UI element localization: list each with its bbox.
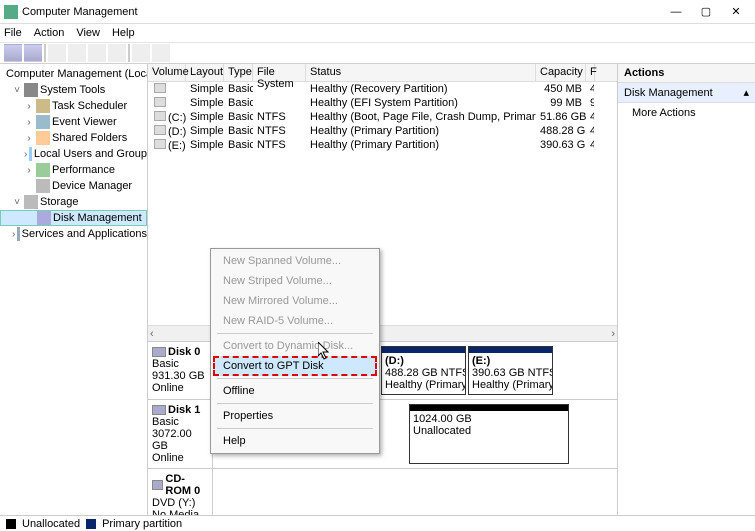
col-type[interactable]: Type [224, 64, 253, 81]
legend-unallocated-swatch [6, 519, 16, 529]
perf-icon [36, 163, 50, 177]
menu-item[interactable]: Convert to GPT Disk [213, 356, 377, 376]
menu-item: Convert to Dynamic Disk... [213, 336, 377, 356]
tree-disk-management[interactable]: Disk Management [0, 210, 147, 226]
folder-icon [36, 131, 50, 145]
disk-info[interactable]: Disk 1 Basic3072.00 GBOnline [148, 400, 213, 468]
actions-header: Actions [618, 64, 755, 83]
col-volume[interactable]: Volume [148, 64, 186, 81]
partition[interactable]: (E:)390.63 GB NTFSHealthy (Primary Pa [468, 346, 553, 395]
hdd-icon [152, 347, 166, 357]
menubar: File Action View Help [0, 24, 755, 42]
actions-section[interactable]: Disk Management▴ [618, 83, 755, 103]
refresh-button[interactable] [108, 44, 126, 62]
col-filesystem[interactable]: File System [253, 64, 306, 81]
context-menu[interactable]: New Spanned Volume...New Striped Volume.… [210, 248, 380, 454]
menu-item[interactable]: Offline [213, 381, 377, 401]
storage-icon [24, 195, 38, 209]
tree-device-manager[interactable]: Device Manager [0, 178, 147, 194]
maximize-button[interactable]: ▢ [691, 2, 721, 22]
volume-row[interactable]: (C:) SimpleBasic NTFSHealthy (Boot, Page… [148, 110, 617, 124]
view-bottom-button[interactable] [152, 44, 170, 62]
menu-separator [217, 403, 373, 404]
tree-task-scheduler[interactable]: ›Task Scheduler [0, 98, 147, 114]
menu-separator [217, 333, 373, 334]
cdrom-icon [152, 480, 163, 490]
legend: Unallocated Primary partition [0, 515, 755, 531]
menu-item: New Mirrored Volume... [213, 291, 377, 311]
properties-button[interactable] [68, 44, 86, 62]
separator [128, 44, 130, 62]
legend-primary-swatch [86, 519, 96, 529]
minimize-button[interactable]: — [661, 2, 691, 22]
volume-list[interactable]: SimpleBasic Healthy (Recovery Partition)… [148, 82, 617, 152]
tree-storage[interactable]: ˅Storage [0, 194, 147, 210]
menu-help[interactable]: Help [112, 27, 135, 39]
menu-item[interactable]: Help [213, 431, 377, 451]
tree-services[interactable]: ›Services and Applications [0, 226, 147, 242]
view-top-button[interactable] [132, 44, 150, 62]
col-layout[interactable]: Layout [186, 64, 224, 81]
volume-icon [154, 111, 166, 121]
disk-info[interactable]: CD-ROM 0 DVD (Y:)No Media [148, 469, 213, 515]
menu-action[interactable]: Action [34, 27, 65, 39]
tree-shared-folders[interactable]: ›Shared Folders [0, 130, 147, 146]
device-icon [36, 179, 50, 193]
disk-icon [37, 211, 51, 225]
disk-row[interactable]: CD-ROM 0 DVD (Y:)No Media [148, 469, 617, 515]
menu-item: New Spanned Volume... [213, 251, 377, 271]
close-button[interactable]: ✕ [721, 2, 751, 22]
collapse-icon: ▴ [743, 86, 749, 99]
menu-separator [217, 428, 373, 429]
hdd-icon [152, 405, 166, 415]
volume-row[interactable]: (D:) SimpleBasic NTFSHealthy (Primary Pa… [148, 124, 617, 138]
show-hide-tree-button[interactable] [48, 44, 66, 62]
legend-primary-label: Primary partition [102, 518, 182, 530]
window-title: Computer Management [22, 6, 661, 18]
col-capacity[interactable]: Capacity [536, 64, 586, 81]
tools-icon [24, 83, 38, 97]
menu-view[interactable]: View [76, 27, 100, 39]
nav-tree[interactable]: Computer Management (Local ˅System Tools… [0, 64, 148, 515]
tree-system-tools[interactable]: ˅System Tools [0, 82, 147, 98]
tree-local-users[interactable]: ›Local Users and Group [0, 146, 147, 162]
col-status[interactable]: Status [306, 64, 536, 81]
volume-icon [154, 83, 166, 93]
titlebar: Computer Management — ▢ ✕ [0, 0, 755, 24]
services-icon [17, 227, 19, 241]
menu-separator [217, 378, 373, 379]
menu-item: New RAID-5 Volume... [213, 311, 377, 331]
volume-icon [154, 97, 166, 107]
disk-info[interactable]: Disk 0 Basic931.30 GBOnline [148, 342, 213, 399]
forward-button[interactable] [24, 44, 42, 62]
event-icon [36, 115, 50, 129]
help-button[interactable] [88, 44, 106, 62]
volume-icon [154, 125, 166, 135]
tree-event-viewer[interactable]: ›Event Viewer [0, 114, 147, 130]
toolbar [0, 42, 755, 64]
volume-list-header: Volume Layout Type File System Status Ca… [148, 64, 617, 82]
users-icon [29, 147, 32, 161]
tree-performance[interactable]: ›Performance [0, 162, 147, 178]
clock-icon [36, 99, 50, 113]
actions-pane: Actions Disk Management▴ More Actions [617, 64, 755, 515]
volume-row[interactable]: (E:) SimpleBasic NTFSHealthy (Primary Pa… [148, 138, 617, 152]
volume-row[interactable]: SimpleBasic Healthy (EFI System Partitio… [148, 96, 617, 110]
legend-unallocated-label: Unallocated [22, 518, 80, 530]
menu-file[interactable]: File [4, 27, 22, 39]
menu-item: New Striped Volume... [213, 271, 377, 291]
partition[interactable]: (D:)488.28 GB NTFSHealthy (Primary Pa [381, 346, 466, 395]
back-button[interactable] [4, 44, 22, 62]
partition[interactable]: 1024.00 GBUnallocated [409, 404, 569, 464]
volume-icon [154, 139, 166, 149]
volume-row[interactable]: SimpleBasic Healthy (Recovery Partition)… [148, 82, 617, 96]
more-actions[interactable]: More Actions [618, 103, 755, 123]
app-icon [4, 5, 18, 19]
menu-item[interactable]: Properties [213, 406, 377, 426]
col-free[interactable]: F [586, 64, 595, 81]
tree-root[interactable]: Computer Management (Local [0, 66, 147, 82]
separator [44, 44, 46, 62]
cursor-icon [318, 342, 330, 360]
